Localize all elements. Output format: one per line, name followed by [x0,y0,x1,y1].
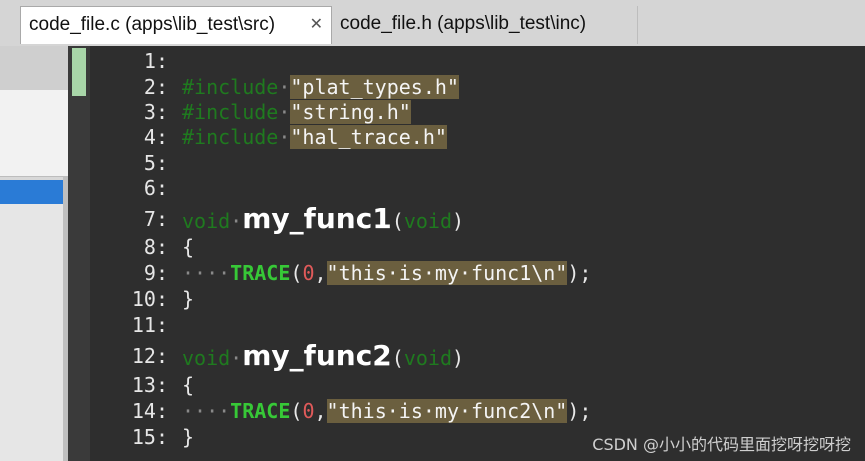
token-kw-void: void [403,346,452,370]
side-panel-list[interactable] [0,90,68,177]
line-number: 11: [131,313,168,337]
change-gutter [68,46,90,461]
code-line[interactable]: 14: ····TRACE(0,"this·is·my·func2\n"); [90,398,865,424]
line-number: 6: [143,176,168,200]
line-code: ····TRACE(0,"this·is·my·func1\n"); [182,260,591,286]
token-mac: TRACE [230,399,291,423]
token-brace: { [182,235,195,259]
close-icon[interactable]: ✕ [310,7,323,43]
token-kw-void: void [182,209,231,233]
code-line[interactable]: 2: #include·"plat_types.h" [90,74,865,100]
token-punc: ); [567,399,592,423]
token-punc: , [314,261,327,285]
token-brace: } [182,425,195,449]
line-code: ····TRACE(0,"this·is·my·func2\n"); [182,398,591,424]
token-kw-void: void [403,209,452,233]
token-punc: ) [452,209,465,233]
line-code: void·my_func2(void) [182,342,465,371]
line-number: 8: [143,235,168,259]
line-number: 9: [143,261,168,285]
token-punc: , [314,399,327,423]
token-dot: · [278,100,291,124]
token-num: 0 [302,261,315,285]
token-dot: · [278,125,291,149]
token-str: "string.h" [290,100,411,124]
code-line[interactable]: 6: [90,175,865,201]
tab-label: code_file.c (apps\lib_test\src) [29,14,276,35]
change-marker [72,48,86,96]
code-line[interactable]: 1: [90,48,865,74]
token-kw-inc: #include [182,125,279,149]
token-punc: ( [290,261,303,285]
token-fn: my_func1 [242,202,392,235]
line-code: void·my_func1(void) [182,205,465,234]
code-line[interactable]: 3: #include·"string.h" [90,99,865,125]
token-dot: · [230,346,243,370]
line-number: 15: [131,425,168,449]
token-str: "this·is·my·func1\n" [326,261,568,285]
line-code: { [182,234,194,260]
watermark: CSDN @小小的代码里面挖呀挖呀挖 [592,435,851,454]
code-line[interactable]: 11: [90,312,865,338]
token-str: "plat_types.h" [290,75,459,99]
tab-bar: code_file.c (apps\lib_test\src) ✕ code_f… [0,0,865,47]
code-line[interactable]: 12: void·my_func2(void) [90,342,865,371]
line-number: 14: [131,399,168,423]
side-panel-selected-item[interactable] [0,180,68,204]
code-line[interactable]: 5: [90,150,865,176]
tab-code-file-h[interactable]: code_file.h (apps\lib_test\inc) [332,6,638,44]
token-kw-inc: #include [182,75,279,99]
token-mac: TRACE [230,261,291,285]
code-line[interactable]: 9: ····TRACE(0,"this·is·my·func1\n"); [90,260,865,286]
line-code: #include·"hal_trace.h" [182,124,447,150]
code-line[interactable]: 7: void·my_func1(void) [90,205,865,234]
code-line[interactable]: 10:} [90,286,865,312]
token-punc: ( [391,346,404,370]
token-num: 0 [302,399,315,423]
line-number: 3: [143,100,168,124]
token-punc: ( [290,399,303,423]
token-dot: · [230,209,243,233]
code-line[interactable]: 13: { [90,372,865,398]
token-dot: ···· [182,261,231,285]
token-punc: ) [452,346,465,370]
line-code: { [182,372,194,398]
token-kw-void: void [182,346,231,370]
code-line[interactable]: 4: #include·"hal_trace.h" [90,124,865,150]
token-punc: ( [391,209,404,233]
tab-code-file-c[interactable]: code_file.c (apps\lib_test\src) ✕ [20,6,332,44]
code-line[interactable]: 8: { [90,234,865,260]
token-str: "hal_trace.h" [290,125,447,149]
line-code: #include·"string.h" [182,99,411,125]
tab-label: code_file.h (apps\lib_test\inc) [340,13,587,34]
line-number: 1: [143,49,168,73]
side-panel-body [0,204,68,461]
token-dot: ···· [182,399,231,423]
side-panel-header [0,46,68,90]
line-code: } [182,286,194,312]
token-dot: · [278,75,291,99]
token-kw-inc: #include [182,100,279,124]
line-number: 7: [143,207,168,231]
code-editor[interactable]: 1: 2: #include·"plat_types.h" 3: #include·"s… [90,46,865,461]
side-panel [0,46,68,461]
line-number: 4: [143,125,168,149]
line-number: 13: [131,373,168,397]
token-fn: my_func2 [242,339,392,372]
line-code: } [182,424,194,450]
line-code: #include·"plat_types.h" [182,74,459,100]
token-brace: } [182,287,195,311]
line-number: 2: [143,75,168,99]
line-number: 5: [143,151,168,175]
token-brace: { [182,373,195,397]
line-number: 12: [131,344,168,368]
token-punc: ); [567,261,592,285]
line-number: 10: [131,287,168,311]
token-str: "this·is·my·func2\n" [326,399,568,423]
